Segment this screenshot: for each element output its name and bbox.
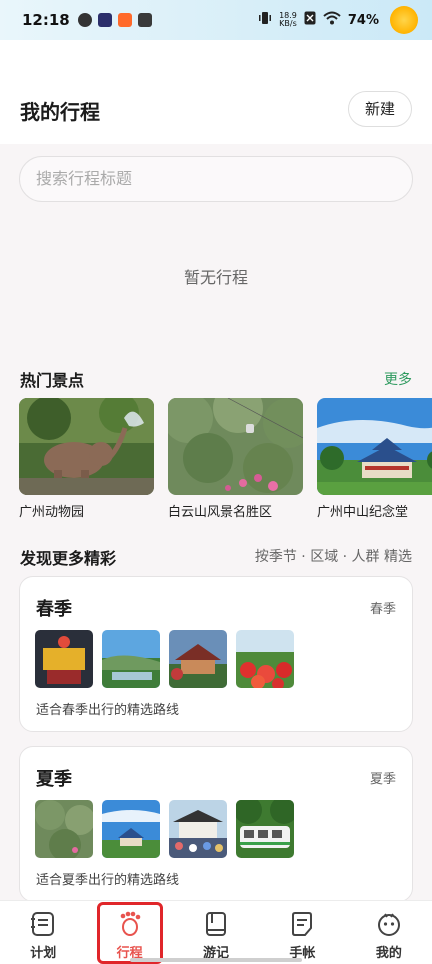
hot-spots-title: 热门景点 [20,371,85,390]
season-tag: 夏季 [369,772,396,787]
season-description: 适合春季出行的精选路线 [36,703,180,718]
notification-icons [77,13,152,27]
season-thumbnails [35,630,294,688]
spot-card-zoo[interactable]: 广州动物园 [19,398,154,520]
app-notification-icon [137,13,152,27]
search-input[interactable]: 搜索行程标题 [19,156,413,202]
app-notification-icon [117,13,132,27]
spot-image [317,398,432,495]
spot-card-baiyun-mountain[interactable]: 白云山风景名胜区 [168,398,303,520]
battery-level: 74% [347,12,379,28]
season-thumbnail [102,630,160,688]
bottom-nav: 计划 行程 游记 手帐 我的 [0,900,432,964]
nav-item-journal[interactable]: 手帐 [259,901,345,964]
season-thumbnail [169,800,227,858]
spot-image [168,398,303,495]
season-tag: 春季 [369,602,396,617]
plan-icon [30,911,56,937]
season-card-summer[interactable]: 夏季 夏季 适合夏季出行的精选路线 [19,746,413,902]
season-description: 适合夏季出行的精选路线 [36,873,180,888]
status-right: 18.9 KB/s 74% [258,6,418,34]
net-speed: 18.9 KB/s [279,12,297,28]
status-time: 12:18 [22,11,70,29]
season-thumbnail [169,630,227,688]
spot-label: 广州中山纪念堂 [317,505,409,520]
hot-spots-carousel[interactable]: 广州动物园 白云山风景名胜区 广州中山纪念堂 [19,398,432,522]
season-thumbnail [102,800,160,858]
discover-title: 发现更多精彩 [20,549,117,568]
profile-icon [376,911,402,937]
season-thumbnail [236,630,294,688]
new-trip-button[interactable]: 新建 [348,91,412,127]
season-card-spring[interactable]: 春季 春季 适合春季出行的精选路线 [19,576,413,732]
nav-item-profile[interactable]: 我的 [346,901,432,964]
spot-label: 白云山风景名胜区 [168,505,273,520]
season-name: 夏季 [36,769,72,790]
nav-item-travelogue[interactable]: 游记 [173,901,259,964]
season-thumbnail [35,630,93,688]
weather-sun-icon [390,6,418,34]
nav-label: 我的 [375,946,402,961]
vibrate-icon [258,11,272,29]
book-icon [203,911,229,937]
season-thumbnail [236,800,294,858]
spot-image [19,398,154,495]
empty-state-text: 暂无行程 [183,268,248,287]
spot-card-sun-yat-sen-hall[interactable]: 广州中山纪念堂 [317,398,432,520]
discover-filters[interactable]: 按季节 · 区域 · 人群 精选 [255,546,412,566]
nfc-icon [304,11,316,29]
hot-spots-more-link[interactable]: 更多 [384,369,412,389]
nav-label: 计划 [30,946,57,961]
status-bar: 12:18 18.9 KB/s 74% [0,0,432,40]
page-title: 我的行程 [20,100,100,124]
home-indicator [130,958,302,962]
note-icon [289,911,315,937]
spot-label: 广州动物园 [19,505,85,520]
net-speed-unit: KB/s [279,19,297,28]
active-tab-highlight [97,902,163,964]
season-thumbnails [35,800,294,858]
nav-item-plan[interactable]: 计划 [0,901,86,964]
app-notification-icon [97,13,112,27]
season-name: 春季 [36,599,72,620]
wifi-icon [323,11,341,29]
season-thumbnail [35,800,93,858]
app-notification-icon [77,13,92,27]
